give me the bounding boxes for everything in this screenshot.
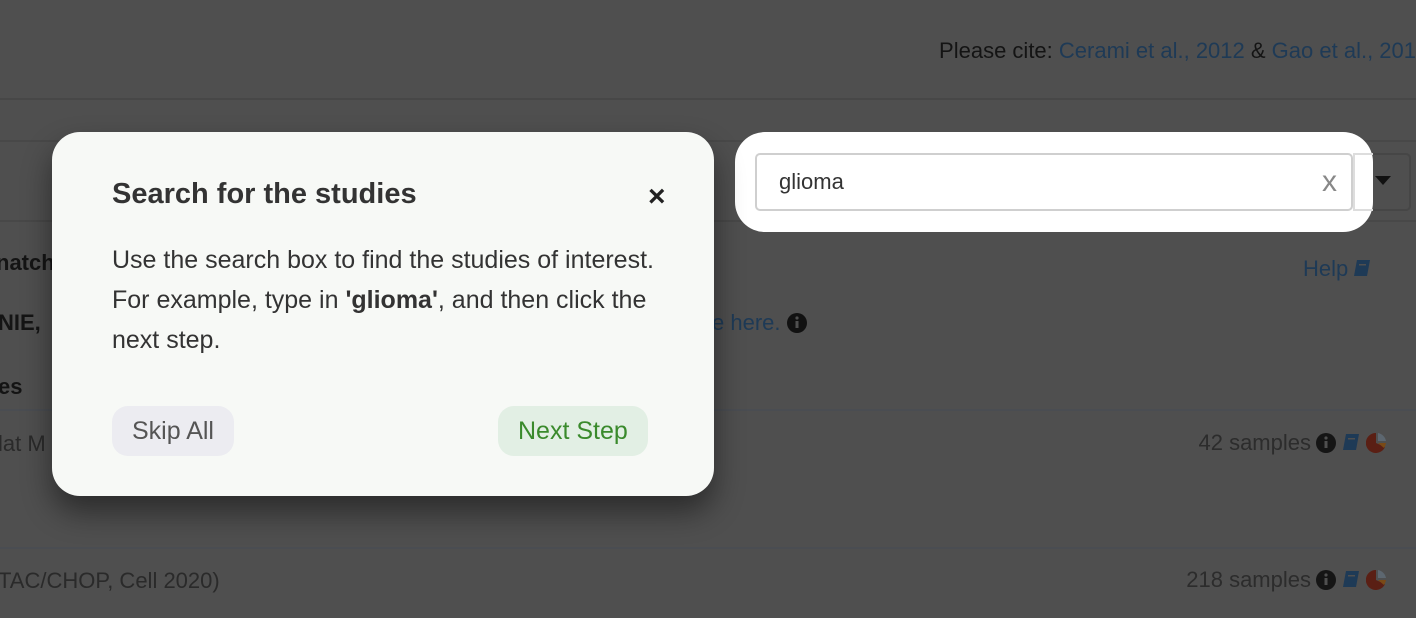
search-input[interactable] [777,168,1322,196]
skip-all-button[interactable]: Skip All [112,406,234,456]
sample-count[interactable]: 42 samples [1198,430,1311,456]
match-text: natch [0,250,55,275]
divider [0,98,1416,100]
help-link[interactable]: Help [1303,256,1372,282]
divider [0,547,1416,549]
gao-link[interactable]: Gao et al., 201 [1272,38,1416,63]
info-circle-icon[interactable] [786,313,807,333]
study-row-meta: 42 samples [1198,430,1386,456]
nie-text: NIE, [0,310,41,335]
study-search: x [755,153,1353,211]
tour-popover: Search for the studies × Use the search … [52,132,714,496]
study-row-name[interactable]: TAC/CHOP, Cell 2020) [0,568,220,594]
tour-title: Search for the studies [112,178,417,210]
pie-chart-icon[interactable] [1366,570,1386,590]
book-icon[interactable] [1341,570,1361,590]
citation: Please cite: Cerami et al., 2012 & Gao e… [939,38,1416,63]
sample-count[interactable]: 218 samples [1186,567,1311,593]
dropdown-divider [1353,153,1373,211]
close-icon[interactable]: × [648,180,666,214]
next-step-button[interactable]: Next Step [498,406,648,456]
caret-down-icon[interactable] [1375,176,1391,185]
study-row-meta: 218 samples [1186,567,1386,593]
here-link[interactable]: e here. [712,310,781,336]
book-icon [1354,260,1371,276]
study-row-name[interactable]: lat M [0,431,46,457]
info-circle-icon[interactable] [1316,570,1336,590]
clear-search-button[interactable]: x [1322,165,1337,199]
pie-chart-icon[interactable] [1366,433,1386,453]
cerami-link[interactable]: Cerami et al., 2012 [1059,38,1245,63]
tour-description: Use the search box to find the studies o… [112,246,654,354]
section-heading: es [0,374,23,399]
book-icon[interactable] [1341,433,1361,453]
info-circle-icon[interactable] [1316,433,1336,453]
